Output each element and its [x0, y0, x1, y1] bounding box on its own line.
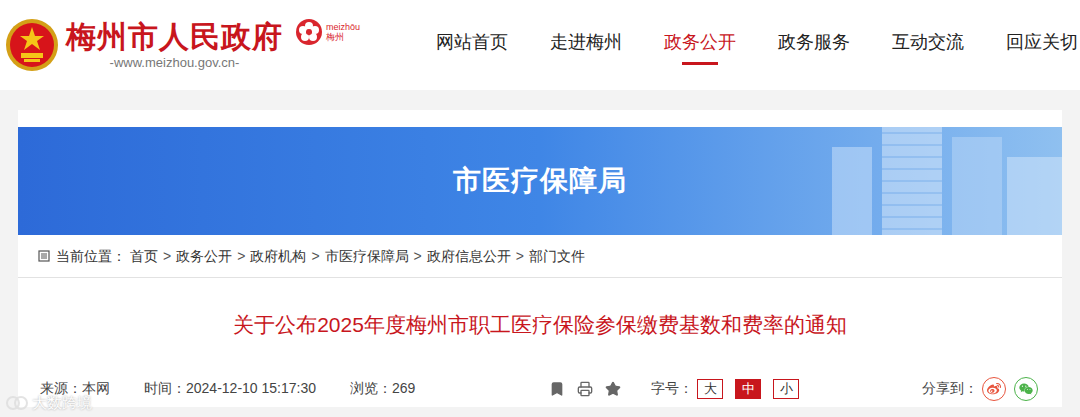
- national-emblem-icon: [4, 17, 60, 73]
- wechat-share-button[interactable]: [1014, 377, 1038, 401]
- breadcrumb: 当前位置：首页>政务公开>政府机构>市医疗保障局>政府信息公开>部门文件: [18, 235, 1062, 278]
- nav-item[interactable]: 政务公开: [664, 20, 736, 70]
- page: 梅州市人民政府-www.meizhou.gov.cn-meizhōu梅州 网站首页…: [0, 0, 1080, 417]
- article-title: 关于公布2025年度梅州市职工医疗保险参保缴费基数和费率的通知: [18, 278, 1062, 370]
- weibo-share-button[interactable]: [982, 377, 1006, 401]
- watermark: 大数跨境: [6, 392, 92, 415]
- nav-item[interactable]: 政务服务: [778, 20, 850, 70]
- site-header: 梅州市人民政府-www.meizhou.gov.cn-meizhōu梅州 网站首页…: [0, 0, 1080, 90]
- breadcrumb-item[interactable]: 政务公开: [176, 246, 232, 267]
- bookmark-icon[interactable]: [549, 381, 565, 397]
- wechat-icon: [1019, 382, 1033, 396]
- star-icon[interactable]: [605, 381, 621, 397]
- site-name: 梅州市人民政府: [66, 19, 283, 55]
- weibo-icon: [987, 382, 1001, 396]
- breadcrumb-item[interactable]: 首页: [130, 246, 158, 267]
- banner-title: 市医疗保障局: [453, 160, 627, 202]
- nav-item[interactable]: 网站首页: [436, 20, 508, 70]
- nav-item[interactable]: 互动交流: [892, 20, 964, 70]
- meta-source: 来源：本网: [40, 378, 110, 399]
- list-icon: [38, 250, 50, 262]
- site-url: -www.meizhou.gov.cn-: [110, 55, 240, 71]
- watermark-logo-icon: [6, 394, 28, 412]
- plum-flower-icon: [295, 18, 323, 46]
- meta-time: 时间：2024-12-10 15:17:30: [144, 378, 316, 399]
- city-logo: meizhōu梅州: [295, 18, 360, 46]
- meta-views: 浏览：269: [350, 378, 415, 399]
- print-icon[interactable]: [577, 381, 593, 397]
- meta-row: 来源：本网时间：2024-12-10 15:17:30浏览：269字号：大中小分…: [18, 370, 1062, 407]
- breadcrumb-item[interactable]: 部门文件: [529, 246, 585, 267]
- breadcrumb-item[interactable]: 政府信息公开: [427, 246, 511, 267]
- site-logo[interactable]: 梅州市人民政府-www.meizhou.gov.cn-meizhōu梅州: [4, 17, 360, 73]
- buildings-icon: [802, 127, 1062, 235]
- breadcrumb-item[interactable]: 市医疗保障局: [325, 246, 409, 267]
- font-size-button[interactable]: 中: [735, 379, 761, 399]
- nav-item[interactable]: 走进梅州: [550, 20, 622, 70]
- nav-item[interactable]: 回应关切: [1006, 20, 1078, 70]
- font-size-button[interactable]: 大: [697, 379, 723, 399]
- main-nav: 网站首页走进梅州政务公开政务服务互动交流回应关切: [436, 20, 1078, 70]
- font-size-button[interactable]: 小: [773, 379, 799, 399]
- banner: 市医疗保障局: [18, 127, 1062, 235]
- breadcrumb-item[interactable]: 政府机构: [250, 246, 306, 267]
- content-card: 市医疗保障局当前位置：首页>政务公开>政府机构>市医疗保障局>政府信息公开>部门…: [18, 110, 1062, 407]
